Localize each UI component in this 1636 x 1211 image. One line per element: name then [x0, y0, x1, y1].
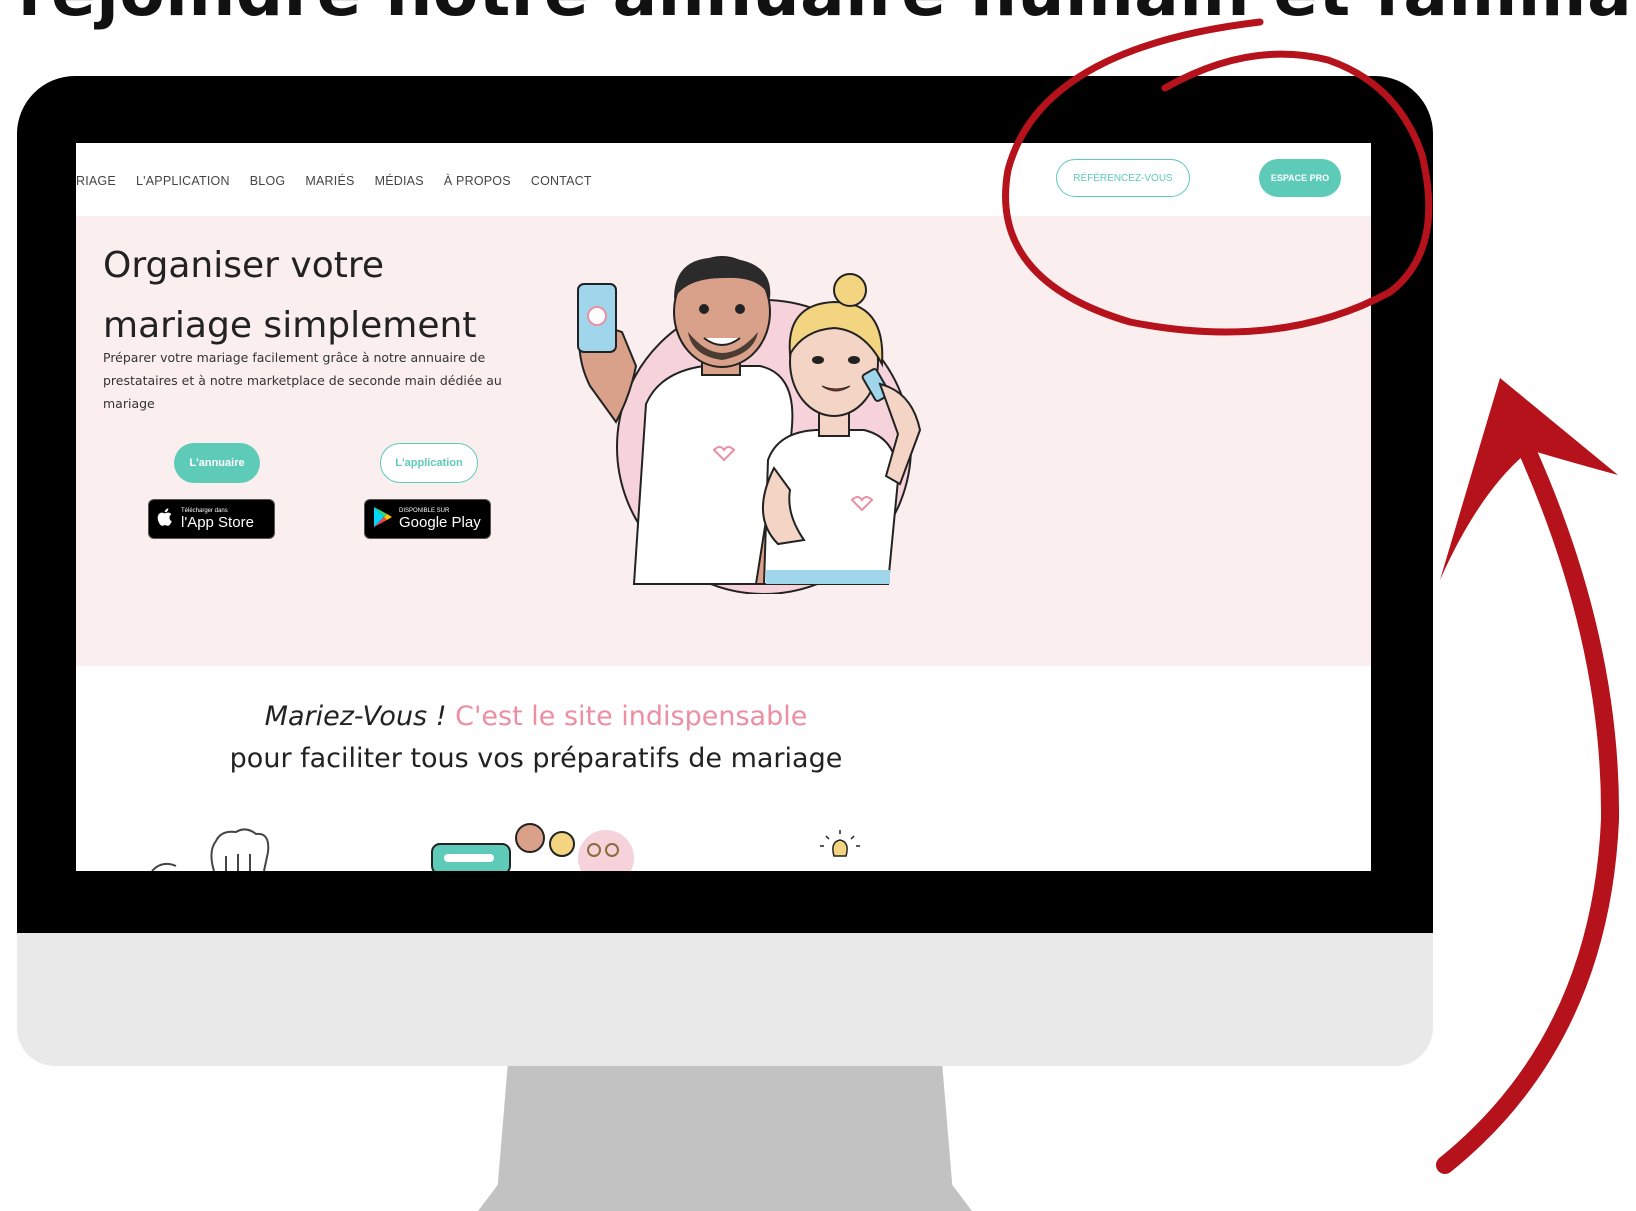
top-nav: RIAGE L'APPLICATION BLOG MARIÉS MÉDIAS À…	[76, 143, 1371, 216]
espace-pro-button[interactable]: ESPACE PRO	[1259, 159, 1341, 197]
couple-illustration	[577, 256, 922, 594]
nav-link-contact[interactable]: CONTACT	[531, 174, 592, 188]
nav-links: RIAGE L'APPLICATION BLOG MARIÉS MÉDIAS À…	[76, 170, 607, 189]
annuaire-button[interactable]: L'annuaire	[174, 443, 260, 483]
google-play-big-text: Google Play	[399, 513, 481, 531]
website-screen: RIAGE L'APPLICATION BLOG MARIÉS MÉDIAS À…	[76, 143, 1371, 871]
nav-link-mariage[interactable]: RIAGE	[76, 174, 116, 188]
feature-illustrations	[151, 823, 860, 871]
intro-tagline: Mariez-Vous ! C'est le site indispensabl…	[76, 696, 996, 780]
application-button[interactable]: L'application	[380, 443, 478, 483]
phone-couple-icon	[431, 823, 634, 871]
tagline-line1: Mariez-Vous ! C'est le site indispensabl…	[76, 696, 996, 738]
hero-title: Organiser votre mariage simplement	[103, 236, 563, 356]
google-play-icon	[373, 506, 393, 532]
nav-link-maries[interactable]: MARIÉS	[305, 174, 354, 188]
nav-link-application[interactable]: L'APPLICATION	[136, 174, 230, 188]
curved-arrow-annotation	[1436, 378, 1620, 1174]
lightbulb-icon	[820, 830, 860, 857]
headline: rejoindre notre annuaire humain et famil…	[18, 0, 1636, 26]
tagline-line2: pour faciliter tous vos préparatifs de m…	[229, 743, 843, 774]
nav-link-medias[interactable]: MÉDIAS	[375, 174, 424, 188]
monitor-stand	[478, 1066, 972, 1211]
app-store-big-text: l'App Store	[181, 513, 254, 531]
intro-section: Mariez-Vous ! C'est le site indispensabl…	[76, 666, 1371, 871]
tagline-highlight: C'est le site indispensable	[455, 701, 808, 732]
hero-description: Préparer votre mariage facilement grâce …	[103, 350, 502, 411]
brand-name: Mariez-Vous !	[264, 701, 447, 732]
monitor-chin	[17, 933, 1433, 1066]
apple-icon	[157, 507, 175, 531]
referencez-vous-button[interactable]: RÉFÉRENCEZ-VOUS	[1056, 159, 1190, 197]
app-store-text: Télécharger dans l'App Store	[181, 508, 254, 531]
nav-link-blog[interactable]: BLOG	[250, 174, 286, 188]
hero-section: Organiser votre mariage simplement Prépa…	[76, 216, 1371, 666]
google-play-badge[interactable]: DISPONIBLE SUR Google Play	[364, 499, 491, 539]
hero-title-line1: Organiser votre	[103, 245, 384, 286]
nav-link-a-propos[interactable]: À PROPOS	[444, 174, 511, 188]
google-play-text: DISPONIBLE SUR Google Play	[399, 508, 481, 531]
chef-hat-icon	[151, 828, 270, 871]
app-store-badge[interactable]: Télécharger dans l'App Store	[148, 499, 275, 539]
